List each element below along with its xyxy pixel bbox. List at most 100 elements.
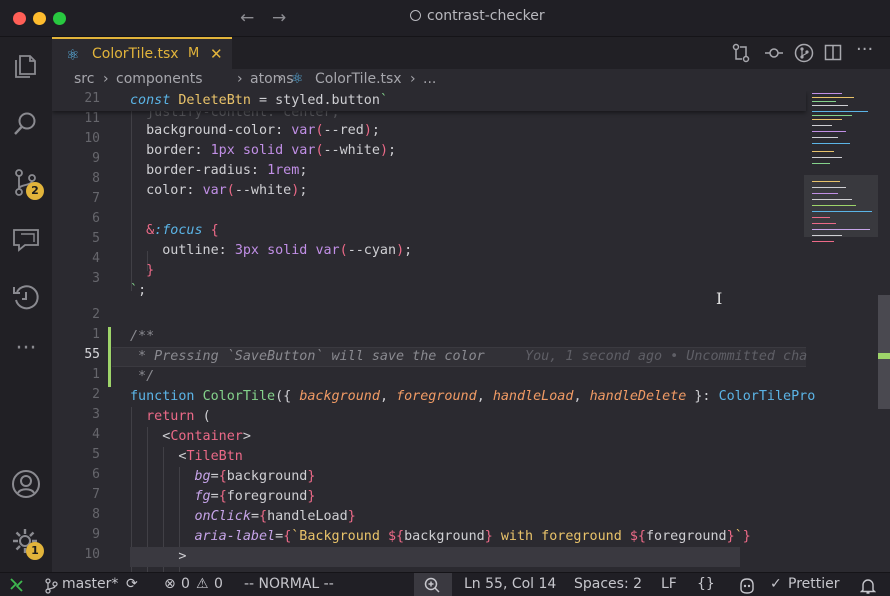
code-line: fg={foreground} [130,487,315,507]
command-center-search[interactable]: contrast-checker [410,8,545,24]
sticky-scroll-header[interactable]: 21 const DeleteBtn = styled.button` [52,91,806,111]
code-editor[interactable]: 11 10 9 8 7 6 5 4 3 2 1 55 1 2 3 4 5 6 7… [52,91,890,572]
breadcrumb-components[interactable]: components [116,71,203,87]
line-number: 10 [60,547,100,562]
code-line: /** [130,327,154,347]
line-number: 7 [60,191,100,206]
line-number: 10 [60,131,100,146]
branch-name[interactable]: master* [62,576,118,592]
code-line: return ( [130,407,211,427]
line-number: 5 [60,231,100,246]
prettier-formatter[interactable]: Prettier [788,576,840,592]
close-icon[interactable]: ✕ [210,45,223,63]
line-number: 4 [60,251,100,266]
code-line: &:focus { [130,221,219,241]
prettier-check-icon: ✓ [770,576,782,592]
react-icon: ⚛ [66,46,79,64]
line-number: 2 [60,387,100,402]
breadcrumb-file[interactable]: ColorTile.tsx [315,71,402,87]
vertical-scrollbar[interactable] [878,295,890,409]
line-number: 8 [60,171,100,186]
line-ending[interactable]: LF [661,576,677,592]
zoom-in-icon [414,573,452,596]
comments-button[interactable] [11,225,41,255]
breadcrumb-separator: › [410,71,416,87]
line-number: 6 [60,467,100,482]
search-icon [410,10,421,21]
code-text: justify-content: center; background-colo… [130,91,806,572]
search-view-button[interactable] [11,109,41,139]
tab-colortile[interactable]: ⚛ ColorTile.tsx M ✕ [52,37,232,69]
scrollbar-change-marker [878,353,890,359]
modified-indicator: M [188,46,199,61]
warning-icon[interactable]: ⚠ [196,576,209,592]
breadcrumb-separator: › [237,71,243,87]
line-number-active: 55 [60,347,100,362]
tab-bar: ⚛ ColorTile.tsx M ✕ ··· [52,37,890,69]
line-number: 4 [60,427,100,442]
notifications-bell-icon[interactable] [860,576,876,596]
back-arrow-icon[interactable]: ← [240,8,254,28]
breadcrumb: src › components › atoms › ⚛ ColorTile.t… [52,69,890,91]
breadcrumb-more[interactable]: ... [423,71,436,87]
line-number: 5 [60,447,100,462]
code-line: border: 1px solid var(--white); [130,141,396,161]
line-number: 3 [60,407,100,422]
react-icon: ⚛ [291,71,304,87]
branch-icon [44,576,58,596]
source-control-button[interactable]: 2 [11,167,41,197]
manage-settings-button[interactable]: 1 [11,527,41,557]
close-window-button[interactable] [13,12,26,25]
breadcrumb-src[interactable]: src [74,71,94,87]
timeline-button[interactable] [11,283,41,313]
remote-indicator-button[interactable] [0,573,34,596]
line-number-gutter: 11 10 9 8 7 6 5 4 3 2 1 55 1 2 3 4 5 6 7… [52,91,112,572]
line-number: 1 [60,327,100,342]
minimize-window-button[interactable] [33,12,46,25]
more-icon[interactable]: ··· [11,339,41,369]
explorer-button[interactable] [11,51,41,81]
line-number: 11 [60,111,100,126]
warning-count[interactable]: 0 [214,576,223,592]
compare-changes-icon[interactable] [732,43,750,67]
remote-icon [0,573,34,596]
code-line: background-color: var(--red); [130,121,380,141]
open-changes-icon[interactable] [764,43,784,67]
zoom-button[interactable] [414,573,452,596]
breadcrumb-atoms[interactable]: atoms [250,71,294,87]
sync-icon[interactable]: ⟳ [126,576,138,592]
search-icon [11,109,41,139]
forward-arrow-icon[interactable]: → [272,8,286,28]
git-graph-icon[interactable] [794,43,814,67]
code-line: const DeleteBtn = styled.button` [130,91,388,111]
line-number: 2 [60,307,100,322]
error-count[interactable]: 0 [181,576,190,592]
more-actions-icon[interactable]: ··· [856,39,873,60]
indentation[interactable]: Spaces: 2 [574,576,642,592]
accounts-button[interactable] [11,469,41,499]
code-line: */ [130,367,154,387]
mouse-text-cursor: I [716,289,722,308]
code-line: <Container> [130,427,251,447]
maximize-window-button[interactable] [53,12,66,25]
line-number: 1 [60,367,100,382]
language-mode-braces[interactable]: {} [697,576,715,592]
minimap-viewport[interactable] [804,175,878,237]
cursor-position[interactable]: Ln 55, Col 14 [464,576,556,592]
line-number: 9 [60,527,100,542]
error-icon[interactable]: ⊗ [164,576,176,592]
code-line: onClick={handleLoad} [130,507,356,527]
tab-label: ColorTile.tsx [92,46,179,62]
code-line: `; [130,281,146,301]
title-bar: ← → contrast-checker [0,0,890,37]
code-line: bg={background} [130,467,315,487]
code-line: <TileBtn [130,447,243,467]
split-editor-icon[interactable] [824,43,842,67]
line-number: 21 [60,91,100,106]
code-line: color: var(--white); [130,181,307,201]
line-number: 7 [60,487,100,502]
breadcrumb-separator: › [278,71,284,87]
copilot-icon[interactable] [738,576,756,596]
breadcrumb-separator: › [103,71,109,87]
code-line: } [130,261,154,281]
